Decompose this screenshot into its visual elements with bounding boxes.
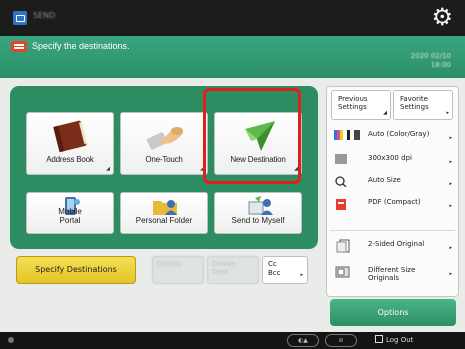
settings-divider (330, 230, 455, 231)
scan-size-icon (334, 175, 348, 188)
favorite-settings-button[interactable]: Favorite Settings ▸ (393, 90, 453, 120)
address-book-label: Address Book (46, 155, 94, 164)
highlight-frame (203, 88, 301, 184)
mobile-portal-text: Mobile Portal (58, 207, 82, 225)
message-icon (11, 41, 27, 52)
personal-folder-label: Personal Folder (135, 216, 193, 225)
favorite-settings-label: Favorite Settings (400, 95, 429, 111)
hand-touch-icon (121, 119, 207, 153)
pdf-icon (334, 197, 348, 210)
delete-dest-button[interactable]: Delete Dest. (207, 256, 259, 284)
send-self-icon (215, 196, 301, 216)
status-datetime: 2020 02/10 18:00 (411, 52, 451, 70)
scan-size-setting[interactable]: Auto Size ▸ (330, 172, 455, 192)
address-book-icon (27, 119, 113, 153)
file-format-setting[interactable]: PDF (Compact) ▸ (330, 194, 455, 222)
status-date: 2020 02/10 (410, 52, 451, 60)
color-mode-icon (334, 129, 360, 141)
details-button[interactable]: Details (152, 256, 204, 284)
options-button[interactable]: Options (330, 299, 456, 326)
bottom-bar: ◐▲ ⊘ Log Out (0, 332, 465, 349)
resolution-icon (334, 153, 348, 165)
gear-icon[interactable]: ⚙ (431, 4, 453, 30)
one-touch-label: One-Touch (145, 155, 183, 164)
cc-bcc-button[interactable]: Cc Bcc ▸ (262, 256, 308, 284)
scan-size-value: Auto Size (368, 176, 401, 184)
two-sided-original-setting[interactable]: 2-Sided Original ▸ (330, 236, 455, 258)
one-touch-button[interactable]: One-Touch ◢ (120, 112, 208, 175)
mobile-portal-button[interactable]: Mobile Portal (26, 192, 114, 234)
previous-settings-label: Previous Settings (338, 95, 368, 111)
color-mode-setting[interactable]: Auto (Color/Gray) ▸ (330, 126, 455, 148)
different-size-value: Different Size Originals (368, 266, 416, 282)
logout-label: Log Out (386, 336, 414, 344)
folder-person-icon (121, 196, 207, 216)
file-format-value: PDF (Compact) (368, 198, 421, 206)
send-to-myself-button[interactable]: Send to Myself (214, 192, 302, 234)
screen: SEND ⚙ Specify the destinations. 2020 02… (0, 0, 465, 349)
status-message: Specify the destinations. (32, 41, 130, 51)
top-bar: SEND ⚙ (0, 0, 465, 36)
specify-destinations-button[interactable]: Specify Destinations (16, 256, 136, 284)
two-sided-value: 2-Sided Original (368, 240, 425, 248)
color-mode-value: Auto (Color/Gray) (368, 130, 430, 138)
different-size-originals-setting[interactable]: Different Size Originals ▸ (330, 262, 455, 290)
send-app-icon (13, 11, 27, 25)
previous-settings-button[interactable]: Previous Settings ◢ (331, 90, 391, 120)
personal-folder-button[interactable]: Personal Folder (120, 192, 208, 234)
resolution-value: 300x300 dpi (368, 154, 412, 162)
counter-icon[interactable]: ◐▲ (287, 334, 319, 347)
send-to-myself-label: Send to Myself (231, 216, 285, 225)
cc-bcc-label: Cc Bcc (268, 260, 281, 277)
logout-button[interactable]: Log Out (375, 334, 413, 346)
two-sided-icon (334, 239, 350, 253)
status-time: 18:00 (430, 61, 451, 69)
logout-icon (375, 335, 383, 343)
mobile-portal-label: Mobile Portal (27, 207, 113, 225)
address-book-button[interactable]: Address Book ◢ (26, 112, 114, 175)
status-bar: Specify the destinations. 2020 02/10 18:… (0, 36, 465, 78)
energy-save-icon[interactable]: ⊘ (325, 334, 357, 347)
status-dot-icon (8, 337, 14, 343)
mixed-size-icon (334, 265, 350, 278)
app-name: SEND (33, 11, 56, 20)
resolution-setting[interactable]: 300x300 dpi ▸ (330, 150, 455, 170)
